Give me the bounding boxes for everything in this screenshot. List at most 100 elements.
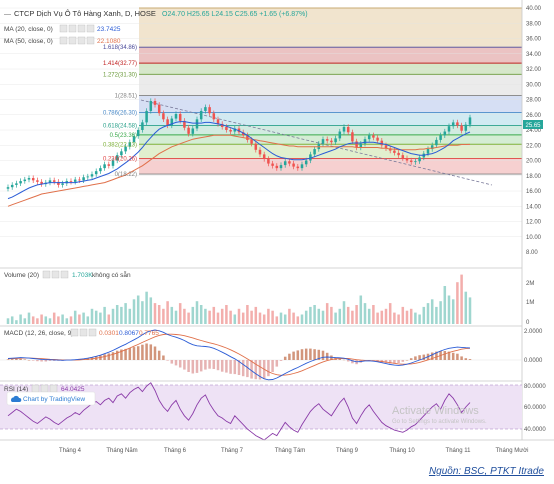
candle-body bbox=[120, 151, 123, 156]
tradingview-badge[interactable]: Chart by TradingView bbox=[6, 391, 96, 406]
candle-body bbox=[191, 128, 195, 134]
macd-legend-buttons[interactable] bbox=[70, 328, 97, 337]
volume-bar bbox=[36, 318, 39, 324]
volume-bar bbox=[225, 305, 228, 324]
volume-bar bbox=[258, 312, 262, 324]
volume-bar bbox=[103, 306, 106, 324]
volume-bar bbox=[27, 312, 31, 324]
ma50-value: 22.1080 bbox=[97, 38, 121, 45]
candle-body bbox=[288, 161, 291, 164]
macd-histogram-bar bbox=[296, 350, 300, 360]
macd-histogram-bar bbox=[132, 347, 136, 360]
fib-level-label: 0.382(22.13) bbox=[103, 142, 137, 148]
volume-bar bbox=[464, 291, 468, 324]
volume-bar bbox=[120, 306, 123, 324]
volume-bar bbox=[229, 310, 232, 324]
volume-bar bbox=[409, 308, 413, 324]
candle-body bbox=[225, 126, 228, 130]
fib-band bbox=[139, 47, 522, 64]
macd-histogram-bar bbox=[27, 360, 31, 361]
candle-body bbox=[90, 174, 94, 177]
volume-bar bbox=[330, 306, 333, 324]
candle-body bbox=[300, 164, 304, 169]
fib-level-label: 1.618(34.86) bbox=[103, 45, 137, 51]
time-tick-label: Tháng 4 bbox=[59, 448, 82, 454]
candle-body bbox=[401, 155, 405, 159]
fibonacci-retracement[interactable] bbox=[139, 7, 522, 175]
candle-body bbox=[19, 181, 22, 184]
candle-body bbox=[6, 187, 10, 189]
volume-label[interactable]: Volume (20) bbox=[4, 272, 39, 279]
volume-bar bbox=[271, 310, 274, 324]
candle-body bbox=[405, 158, 409, 161]
volume-bar bbox=[48, 318, 52, 324]
volume-bar bbox=[174, 310, 178, 324]
time-axis: Tháng 4 Tháng Năm Tháng 6 Tháng 7 Tháng Tám T… bbox=[59, 448, 529, 454]
volume-bar bbox=[376, 312, 379, 324]
volume-bar bbox=[94, 310, 98, 324]
macd-histogram-bar bbox=[107, 353, 111, 360]
fib-level-label: 0.5(23.36) bbox=[110, 133, 137, 139]
volume-bar bbox=[267, 308, 270, 324]
volume-bar bbox=[204, 308, 207, 324]
volume-bar bbox=[355, 305, 358, 324]
volume-bar bbox=[451, 299, 455, 324]
volume-bar bbox=[216, 312, 220, 324]
volume-bar bbox=[19, 314, 22, 324]
candle-body bbox=[254, 143, 258, 150]
candle-body bbox=[187, 127, 190, 134]
candle-body bbox=[283, 161, 287, 166]
candle-body bbox=[136, 130, 140, 137]
candle-body bbox=[103, 164, 106, 169]
volume-bar bbox=[435, 306, 438, 324]
toggle-icon[interactable]: — bbox=[4, 11, 11, 18]
volume-bar bbox=[40, 314, 43, 324]
ma50-legend[interactable]: MA (50, close, 0) bbox=[4, 38, 53, 45]
macd-histogram-bar bbox=[451, 352, 455, 360]
candle-body bbox=[355, 141, 358, 148]
price-tick-label: 14.00 bbox=[526, 204, 542, 210]
candle-body bbox=[212, 113, 216, 120]
volume-bar bbox=[422, 306, 426, 324]
volume-bar bbox=[78, 314, 81, 324]
volume-bar bbox=[128, 308, 132, 324]
macd-histogram-bar bbox=[443, 351, 447, 360]
macd-histogram-bar bbox=[145, 343, 148, 360]
volume-bar bbox=[405, 310, 409, 324]
candle-body bbox=[271, 163, 274, 166]
volume-bar bbox=[397, 314, 400, 324]
candle-body bbox=[321, 139, 325, 144]
price-tick-label: 20.00 bbox=[526, 159, 542, 165]
macd-value-1: 0.0301 bbox=[99, 330, 119, 337]
volume-bar bbox=[162, 308, 165, 324]
volume-bar bbox=[107, 314, 111, 324]
price-tick-label: 26.00 bbox=[526, 113, 542, 119]
macd-histogram-bar bbox=[15, 358, 18, 360]
rsi-tick-80: 80.0000 bbox=[524, 384, 546, 390]
macd-histogram-bar bbox=[174, 360, 178, 366]
source-link[interactable]: Nguồn: BSC, PTKT Itrade bbox=[429, 466, 544, 477]
macd-histogram-bar bbox=[460, 356, 463, 360]
fib-level-label: 0.236(20.26) bbox=[103, 157, 137, 163]
candle-body bbox=[418, 157, 421, 162]
macd-histogram-bar bbox=[321, 350, 325, 360]
volume-bar bbox=[321, 310, 325, 324]
macd-histogram-bar bbox=[233, 360, 237, 375]
candle-body bbox=[279, 165, 283, 169]
volume-bar bbox=[170, 306, 174, 324]
macd-histogram-bar bbox=[346, 360, 350, 362]
ma20-legend[interactable]: MA (20, close, 0) bbox=[4, 26, 53, 33]
macd-histogram-bar bbox=[225, 360, 228, 373]
volume-bar bbox=[250, 310, 253, 324]
volume-bar bbox=[233, 314, 237, 324]
rsi-legend-buttons[interactable] bbox=[31, 384, 58, 393]
volume-bar bbox=[317, 308, 321, 324]
rsi-tick-40: 40.0000 bbox=[524, 427, 546, 433]
time-tick-label: Tháng 7 bbox=[221, 448, 244, 454]
candle-body bbox=[258, 149, 262, 155]
candle-body bbox=[157, 104, 161, 114]
volume-bar bbox=[136, 295, 140, 324]
macd-histogram-bar bbox=[170, 360, 174, 364]
macd-label[interactable]: MACD (12, 26, close, 9) bbox=[4, 330, 73, 337]
volume-legend-buttons[interactable] bbox=[42, 270, 69, 279]
